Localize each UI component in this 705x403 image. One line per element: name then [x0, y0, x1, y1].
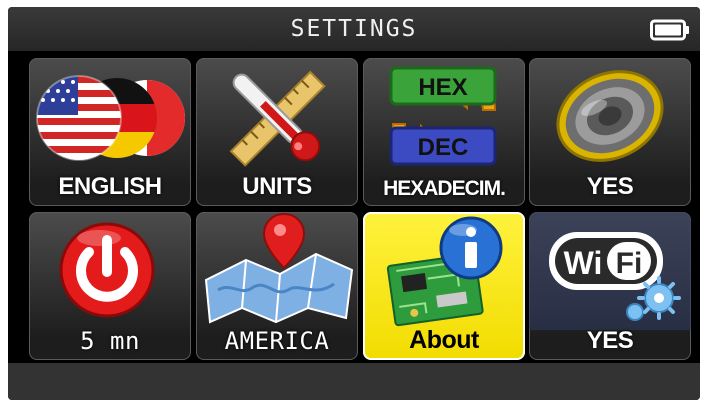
- number-format-tile[interactable]: HEX DEC HEXADECIM.: [363, 58, 525, 206]
- tile-label: 5 mn: [80, 327, 140, 355]
- ruler-thermometer-icon: [196, 58, 358, 176]
- language-setting-tile[interactable]: ENGLISH: [29, 58, 191, 206]
- page-title: SETTINGS: [290, 16, 418, 42]
- tile-label: AMERICA: [224, 327, 330, 355]
- region-setting-tile[interactable]: AMERICA: [196, 212, 358, 360]
- tile-label: YES: [586, 327, 634, 354]
- hex-text: HEX: [418, 74, 467, 101]
- units-setting-tile[interactable]: UNITS: [196, 58, 358, 206]
- wifi-text-fi: Fi: [616, 247, 643, 280]
- tile-label: UNITS: [242, 173, 312, 200]
- power-icon: [29, 212, 191, 330]
- wifi-gear-icon: Wi Fi: [529, 212, 691, 330]
- tile-label: YES: [586, 173, 634, 200]
- tile-label: HEXADECIM.: [383, 177, 506, 200]
- about-tile[interactable]: About: [363, 212, 525, 360]
- wifi-text-wi: Wi: [564, 245, 603, 281]
- dec-text: DEC: [418, 134, 469, 161]
- sound-setting-tile[interactable]: YES: [529, 58, 691, 206]
- hex-dec-swap-icon: HEX DEC: [363, 58, 525, 176]
- bottom-bar: [8, 363, 700, 400]
- tile-label: ENGLISH: [58, 173, 162, 200]
- title-bar: SETTINGS: [8, 7, 700, 51]
- info-board-icon: [363, 212, 525, 330]
- wifi-setting-tile[interactable]: Wi Fi YES: [529, 212, 691, 360]
- battery-full-icon: [650, 19, 690, 41]
- auto-power-off-tile[interactable]: 5 mn: [29, 212, 191, 360]
- language-flags-icon: [29, 58, 191, 176]
- speaker-icon: [529, 58, 691, 176]
- tile-label: About: [409, 326, 479, 354]
- device-screen: SETTINGS ENGLISH UNITS HEX DEC HEXADECIM…: [8, 7, 700, 400]
- map-pin-icon: [196, 212, 358, 330]
